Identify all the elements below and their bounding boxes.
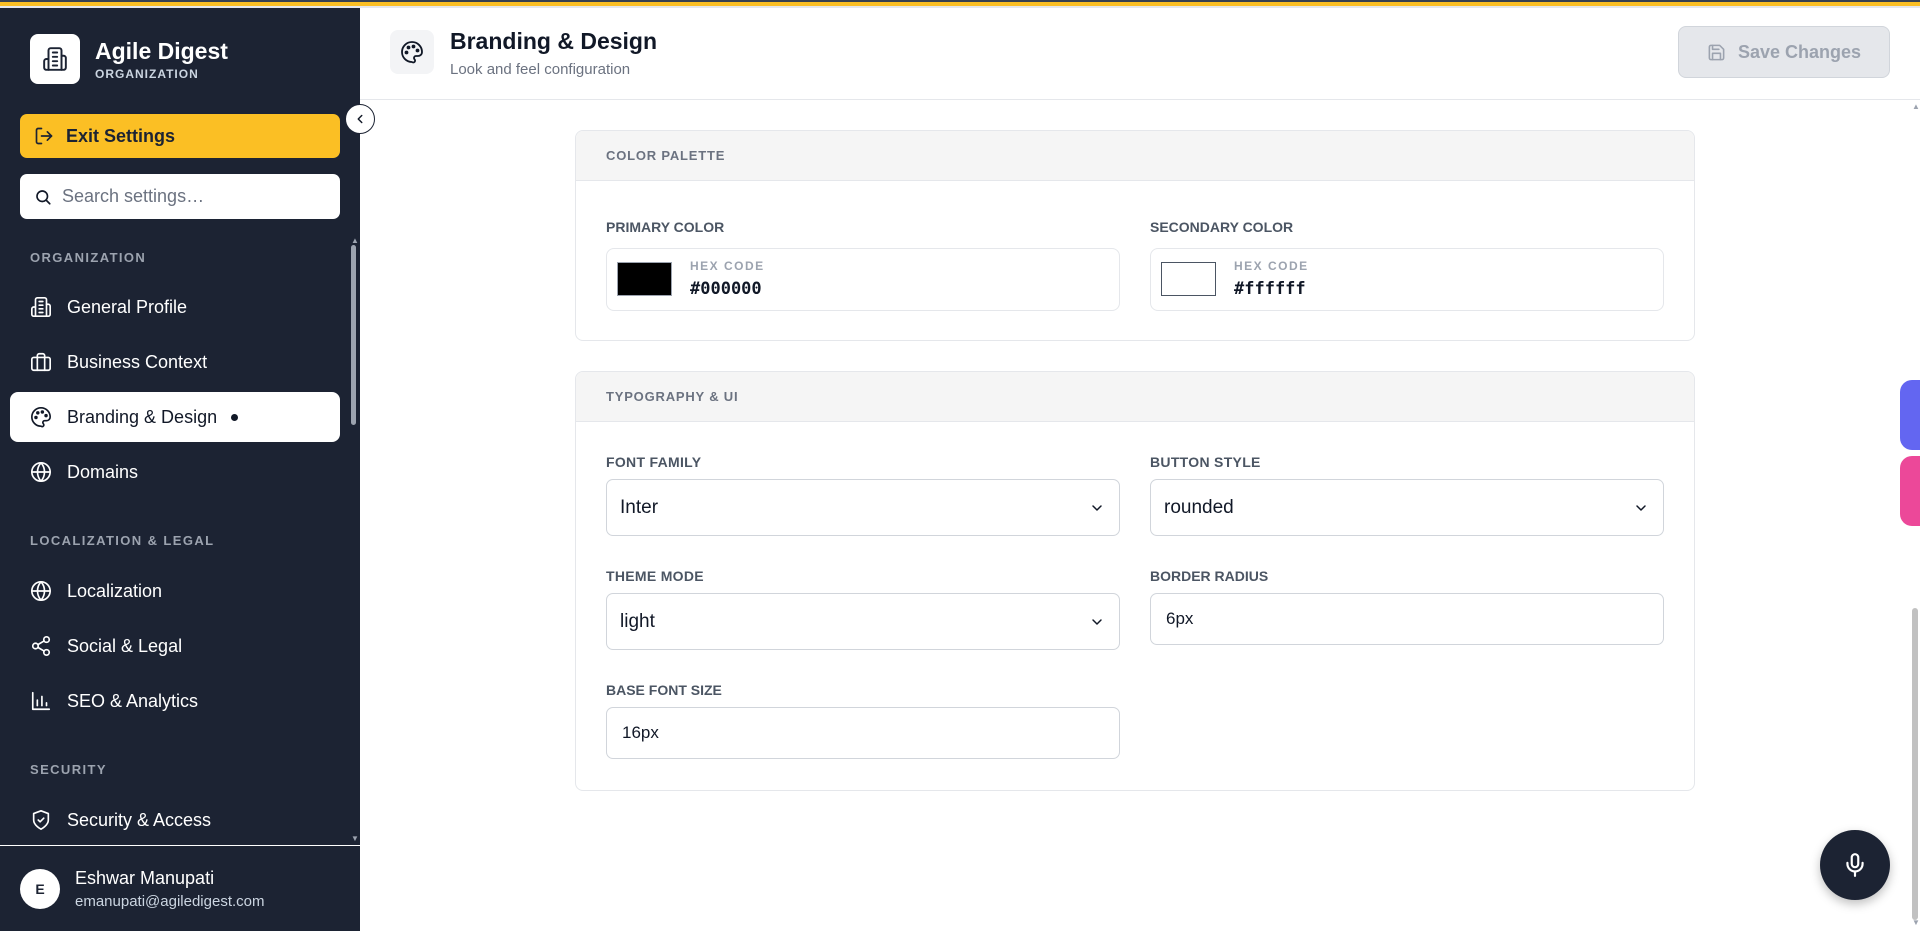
sidebar-scroll-up-arrow[interactable]: ▲	[351, 236, 359, 245]
page-subtitle: Look and feel configuration	[450, 61, 631, 78]
sidebar-item-label: Business Context	[67, 351, 208, 372]
secondary-color-label: SECONDARY COLOR	[1150, 219, 1294, 235]
sidebar-item-branding-design[interactable]: Branding & Design	[10, 392, 340, 442]
sidebar-item-label: General Profile	[67, 296, 188, 317]
font-family-label: FONT FAMILY	[606, 454, 702, 470]
font-family-value: Inter	[620, 496, 659, 518]
button-style-select[interactable]: rounded	[1150, 479, 1664, 536]
section-title-localization-legal: LOCALIZATION & LEGAL	[30, 533, 215, 548]
color-palette-heading: COLOR PALETTE	[576, 131, 1694, 181]
globe-icon	[30, 580, 52, 602]
microphone-icon	[1846, 853, 1864, 877]
sidebar-scrollbar-thumb[interactable]	[351, 245, 356, 425]
voice-assistant-button[interactable]	[1820, 830, 1890, 900]
secondary-hex-value[interactable]: #ffffff	[1234, 279, 1306, 299]
globe-icon	[30, 461, 52, 483]
primary-hex-value[interactable]: #000000	[690, 279, 762, 299]
typography-ui-heading: TYPOGRAPHY & UI	[576, 372, 1694, 422]
sidebar-item-label: Localization	[67, 580, 163, 601]
color-palette-card: COLOR PALETTE PRIMARY COLOR HEX CODE #00…	[575, 130, 1695, 341]
secondary-hex-label: HEX CODE	[1234, 259, 1309, 273]
sidebar-item-social-legal[interactable]: Social & Legal	[10, 621, 340, 671]
theme-mode-label: THEME MODE	[606, 568, 704, 584]
button-style-label: BUTTON STYLE	[1150, 454, 1261, 470]
button-style-value: rounded	[1164, 496, 1234, 518]
secondary-color-swatch[interactable]	[1161, 262, 1216, 296]
sidebar-item-label: Security & Access	[67, 809, 212, 830]
font-family-select[interactable]: Inter	[606, 479, 1120, 536]
share-icon	[30, 635, 52, 657]
border-radius-label: BORDER RADIUS	[1150, 568, 1269, 584]
user-name: Eshwar Manupati	[75, 867, 215, 888]
search-box	[20, 174, 340, 219]
avatar: E	[20, 868, 60, 909]
search-input[interactable]	[62, 186, 322, 207]
sidebar-item-security-access[interactable]: Security & Access	[10, 795, 340, 842]
sidebar-item-label: Social & Legal	[67, 635, 183, 656]
theme-mode-value: light	[620, 610, 655, 632]
base-font-size-input[interactable]	[606, 707, 1120, 759]
exit-settings-button[interactable]: Exit Settings	[20, 114, 340, 158]
unsaved-indicator-dot	[231, 413, 239, 421]
border-radius-input[interactable]	[1150, 593, 1664, 645]
sidebar-item-label: Domains	[67, 461, 139, 482]
sidebar-item-seo-analytics[interactable]: SEO & Analytics	[10, 676, 340, 726]
sidebar-item-business-context[interactable]: Business Context	[10, 337, 340, 387]
chevron-left-icon	[357, 114, 363, 124]
search-icon	[36, 189, 51, 205]
chevron-down-icon	[1636, 505, 1646, 511]
top-accent-bar	[0, 0, 1920, 8]
typography-ui-card: TYPOGRAPHY & UI FONT FAMILY Inter BUTTON…	[575, 371, 1695, 791]
floating-widget-purple[interactable]	[1900, 380, 1920, 450]
primary-hex-label: HEX CODE	[690, 259, 765, 273]
brand-subtitle: ORGANIZATION	[95, 67, 199, 81]
save-changes-label: Save Changes	[1737, 41, 1862, 62]
sidebar-scroll-down-arrow[interactable]: ▼	[351, 834, 359, 843]
save-icon	[1708, 44, 1725, 60]
section-title-organization: ORGANIZATION	[30, 250, 147, 265]
sidebar-item-label: SEO & Analytics	[67, 690, 199, 711]
exit-settings-label: Exit Settings	[66, 125, 176, 146]
section-title-security: SECURITY	[30, 762, 107, 777]
primary-color-field[interactable]: HEX CODE #000000	[606, 248, 1120, 311]
sidebar: Agile Digest ORGANIZATION Exit Settings …	[0, 0, 360, 931]
sidebar-item-localization[interactable]: Localization	[10, 566, 340, 616]
palette-icon	[30, 406, 52, 428]
base-font-size-label: BASE FONT SIZE	[606, 682, 722, 698]
theme-mode-select[interactable]: light	[606, 593, 1120, 650]
sidebar-nav: ORGANIZATION General Profile Business Co…	[0, 240, 352, 842]
palette-icon	[390, 30, 434, 74]
sidebar-item-domains[interactable]: Domains	[10, 447, 340, 497]
log-out-icon	[35, 127, 53, 145]
main-scrollbar-thumb[interactable]	[1912, 608, 1918, 920]
page-header: Branding & Design Look and feel configur…	[360, 8, 1920, 100]
shield-icon	[30, 809, 52, 831]
collapse-sidebar-button[interactable]	[345, 104, 375, 134]
building-icon	[30, 34, 80, 84]
user-email: emanupati@agiledigest.com	[75, 892, 265, 910]
chevron-down-icon	[1092, 505, 1102, 511]
user-profile[interactable]: E Eshwar Manupati emanupati@agiledigest.…	[0, 845, 360, 931]
sidebar-item-label: Branding & Design	[67, 406, 218, 427]
secondary-color-field[interactable]: HEX CODE #ffffff	[1150, 248, 1664, 311]
briefcase-icon	[30, 351, 52, 373]
page-title: Branding & Design	[450, 28, 658, 54]
chevron-down-icon	[1092, 619, 1102, 625]
primary-color-swatch[interactable]	[617, 262, 672, 296]
brand-title: Agile Digest	[95, 38, 228, 64]
primary-color-label: PRIMARY COLOR	[606, 219, 725, 235]
brand: Agile Digest ORGANIZATION	[30, 34, 228, 84]
bar-chart-icon	[30, 690, 52, 712]
main-scroll-down-arrow[interactable]: ▼	[1912, 918, 1920, 927]
save-changes-button[interactable]: Save Changes	[1678, 26, 1890, 78]
floating-widget-pink[interactable]	[1900, 456, 1920, 526]
sidebar-item-general-profile[interactable]: General Profile	[10, 282, 340, 332]
main-scroll-up-arrow[interactable]: ▲	[1912, 102, 1920, 111]
building-icon	[30, 296, 52, 318]
